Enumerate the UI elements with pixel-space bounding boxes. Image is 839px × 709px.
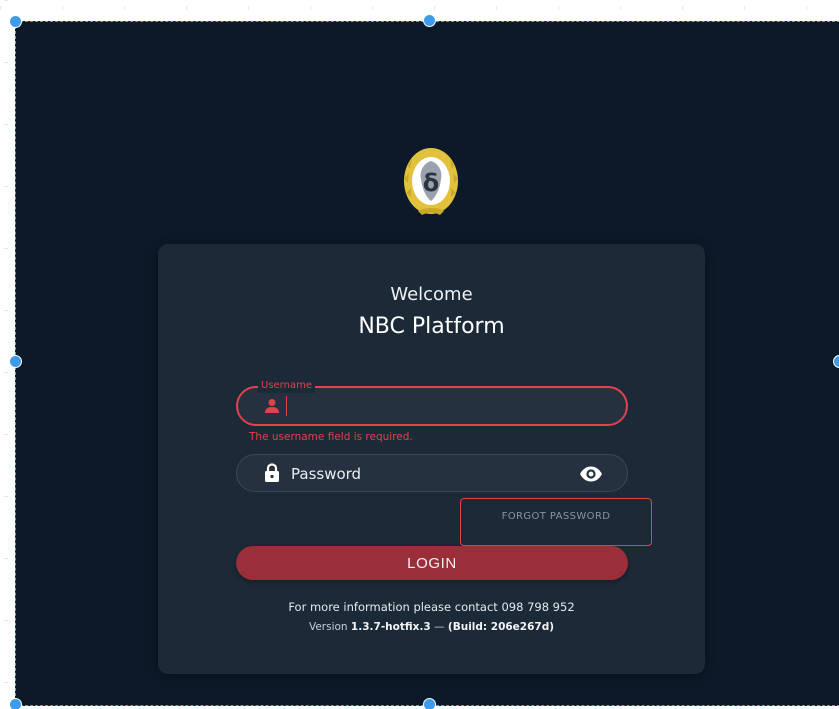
lock-icon [265, 463, 279, 482]
resize-handle-bottom-left[interactable] [9, 698, 22, 709]
welcome-heading: Welcome [390, 284, 473, 305]
login-card: Welcome NBC Platform Username The userna… [158, 244, 705, 674]
resize-handle-middle-right[interactable] [833, 355, 839, 368]
text-caret [286, 396, 287, 416]
contact-info: For more information please contact 098 … [288, 600, 575, 614]
emblem-logo-icon: δ [404, 148, 458, 215]
username-input[interactable] [290, 393, 614, 421]
svg-text:δ: δ [423, 169, 440, 197]
password-field[interactable] [236, 454, 628, 492]
build-number: (Build: 206e267d) [447, 621, 555, 633]
top-ruler [0, 0, 839, 18]
resize-handle-top-center[interactable] [423, 14, 436, 27]
login-button[interactable]: LOGIN [236, 546, 628, 580]
design-canvas: δ Welcome NBC Platform Username The user… [0, 0, 839, 709]
left-ruler [0, 0, 14, 709]
password-input[interactable] [289, 460, 563, 488]
username-error-message: The username field is required. [249, 431, 413, 443]
forgot-password-link[interactable]: FORGOT PASSWORD [460, 498, 652, 546]
platform-title: NBC Platform [358, 314, 505, 339]
username-label: Username [258, 379, 315, 393]
version-number: 1.3.7-hotfix.3 [350, 621, 431, 633]
resize-handle-top-left[interactable] [9, 15, 22, 28]
eye-icon[interactable] [579, 465, 603, 483]
user-icon [265, 399, 279, 413]
resize-handle-middle-left[interactable] [9, 355, 22, 368]
version-prefix: Version [308, 621, 348, 633]
version-info: Version 1.3.7-hotfix.3 — (Build: 206e267… [158, 621, 705, 633]
username-field[interactable]: Username [236, 379, 628, 426]
resize-handle-bottom-center[interactable] [423, 698, 436, 709]
version-separator: — [434, 621, 445, 633]
